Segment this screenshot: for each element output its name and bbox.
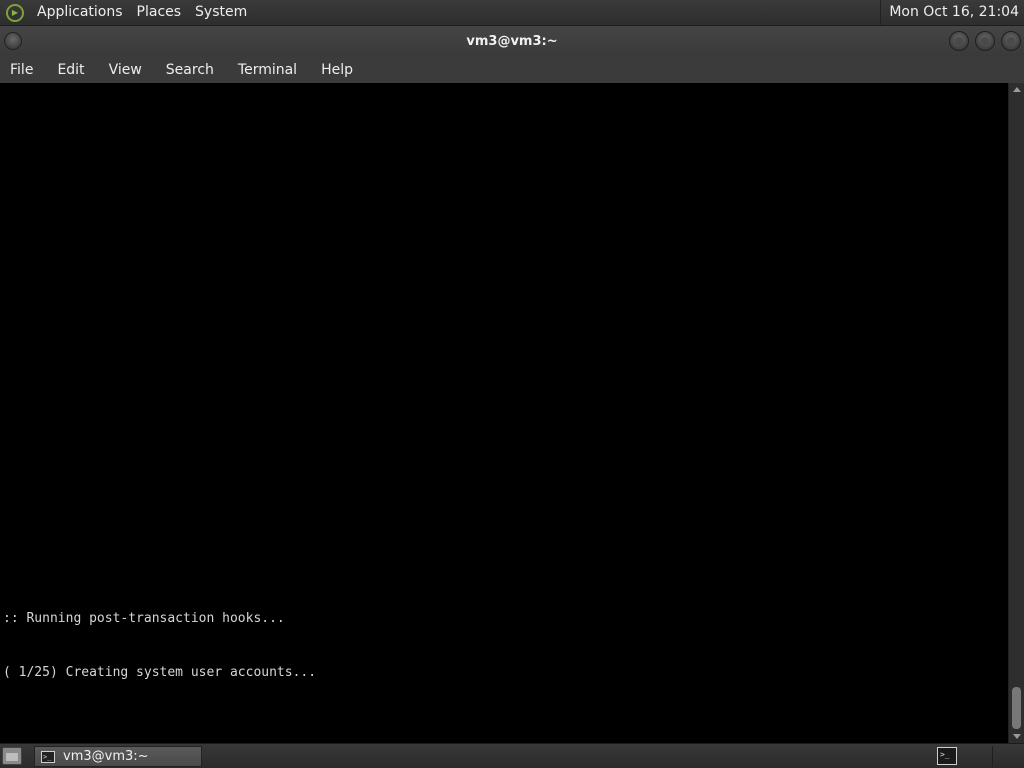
app-logo-icon[interactable]: ▶: [6, 3, 24, 22]
top-panel: ▶ Applications Places System Mon Oct 16,…: [0, 0, 1024, 26]
clock[interactable]: Mon Oct 16, 21:04: [880, 0, 1024, 25]
menu-view[interactable]: View: [99, 62, 152, 78]
terminal-output[interactable]: :: Running post-transaction hooks... ( 1…: [0, 83, 1008, 743]
maximize-button[interactable]: [975, 31, 995, 51]
menu-places[interactable]: Places: [130, 0, 189, 25]
menu-system[interactable]: System: [188, 0, 254, 25]
window-menu-button[interactable]: [4, 32, 22, 50]
terminal-lines: :: Running post-transaction hooks... ( 1…: [3, 574, 316, 718]
menu-edit[interactable]: Edit: [47, 62, 94, 78]
scroll-thumb[interactable]: [1012, 687, 1021, 729]
scroll-up-icon[interactable]: [1013, 87, 1021, 92]
terminal-scrollbar[interactable]: [1008, 83, 1024, 743]
terminal-icon: >_: [41, 750, 55, 763]
menu-file[interactable]: File: [0, 62, 43, 78]
menu-search[interactable]: Search: [156, 62, 224, 78]
terminal-line: :: Running post-transaction hooks...: [3, 611, 285, 626]
taskbar-window-button[interactable]: >_ vm3@vm3:~: [34, 746, 202, 767]
window-title: vm3@vm3:~: [466, 33, 558, 49]
bottom-panel: >_ vm3@vm3:~ >_: [0, 743, 1024, 768]
minimize-button[interactable]: [949, 31, 969, 51]
scroll-down-icon[interactable]: [1013, 734, 1021, 739]
terminal-menubar: File Edit View Search Terminal Help: [0, 56, 1024, 83]
tray-separator: [992, 746, 993, 767]
window-titlebar[interactable]: vm3@vm3:~: [0, 26, 1024, 56]
terminal-icon[interactable]: >_: [937, 747, 957, 765]
menu-applications[interactable]: Applications: [30, 0, 130, 25]
terminal-line: ( 1/25) Creating system user accounts...: [3, 665, 317, 680]
menu-terminal[interactable]: Terminal: [228, 62, 307, 78]
taskbar-window-label: vm3@vm3:~: [63, 749, 149, 764]
close-button[interactable]: [1001, 31, 1021, 51]
show-desktop-icon[interactable]: [2, 747, 22, 765]
menu-help[interactable]: Help: [311, 62, 363, 78]
